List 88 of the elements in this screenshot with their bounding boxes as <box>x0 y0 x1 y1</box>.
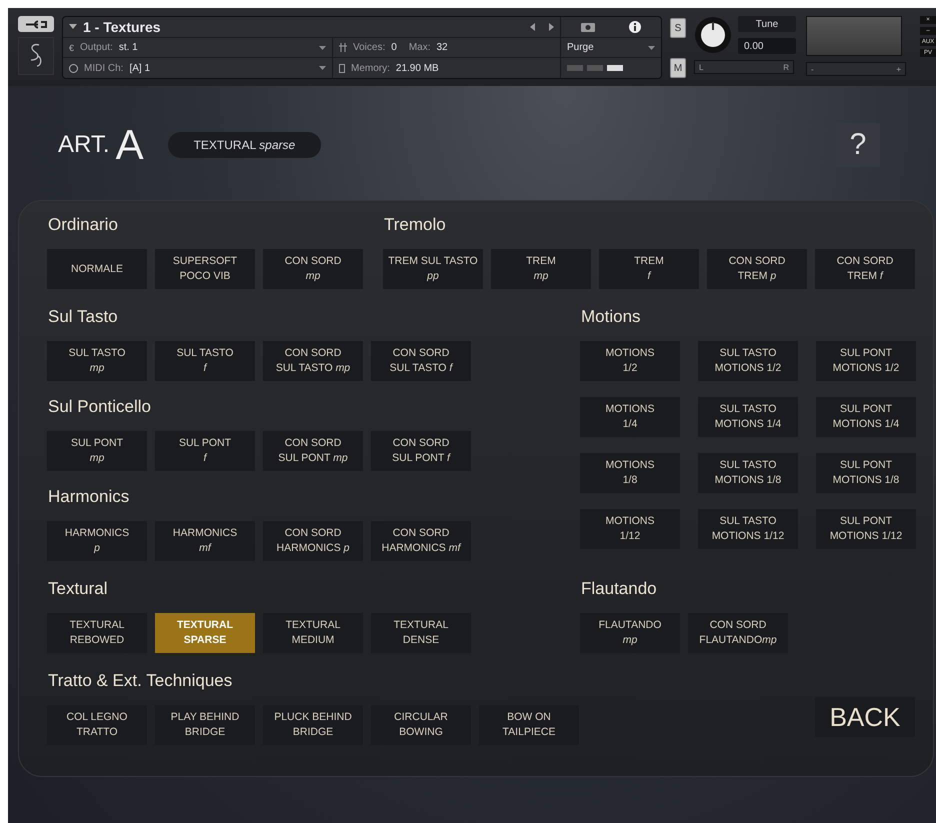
articulation-button[interactable]: SUL PONT f <box>155 431 255 471</box>
section-title: Tratto & Ext. Techniques <box>47 670 234 692</box>
wrench-icon[interactable] <box>18 16 54 32</box>
section-title: Motions <box>580 306 642 328</box>
tune-knob[interactable] <box>694 16 732 54</box>
articulation-button[interactable]: SUL TASTO f <box>155 341 255 381</box>
section-title: Tremolo <box>383 214 447 236</box>
solo-button[interactable]: S <box>670 18 686 38</box>
articulation-button[interactable]: TEXTURAL SPARSE <box>155 613 255 653</box>
articulation-button[interactable]: MOTIONS 1/8 <box>580 453 680 493</box>
memory-value: 21.90 MB <box>396 62 439 74</box>
max-value: 32 <box>436 42 448 53</box>
articulation-button[interactable]: CIRCULAR BOWING <box>371 705 471 745</box>
logo-icon <box>18 37 54 75</box>
articulation-button[interactable]: SUL TASTO MOTIONS 1/4 <box>698 397 798 437</box>
memory-label: Memory: <box>351 62 390 74</box>
dropdown-icon[interactable] <box>648 46 655 50</box>
memory-icon <box>339 64 345 73</box>
articulation-button[interactable]: TEXTURAL REBOWED <box>47 613 147 653</box>
art-label: ART. <box>58 131 110 159</box>
articulation-button[interactable]: SUL PONT MOTIONS 1/8 <box>816 453 916 493</box>
articulation-button[interactable]: CON SORD HARMONICS mf <box>371 521 471 561</box>
voices-value: 0 <box>391 42 397 53</box>
articulation-button[interactable]: SUPERSOFT POCO VIB <box>155 249 255 289</box>
output-select[interactable]: st. 1 <box>118 42 138 53</box>
instrument-title: 1 - Textures <box>83 18 161 35</box>
voices-icon <box>339 43 347 52</box>
current-articulation: TEXTURAL sparse <box>168 132 322 158</box>
midi-icon <box>69 64 78 73</box>
articulation-button[interactable]: HARMONICS p <box>47 521 147 561</box>
articulation-button[interactable]: SUL PONT MOTIONS 1/2 <box>816 341 916 381</box>
previous-icon[interactable] <box>530 22 535 31</box>
articulation-button[interactable]: SUL TASTO MOTIONS 1/2 <box>698 341 798 381</box>
info-icon[interactable] <box>629 20 641 33</box>
articulation-button[interactable]: TREM f <box>599 249 699 289</box>
section-title: Ordinario <box>47 214 119 236</box>
tune-label: Tune <box>738 16 796 32</box>
mute-button[interactable]: M <box>670 58 686 78</box>
articulation-button[interactable]: TEXTURAL DENSE <box>371 613 471 653</box>
articulation-button[interactable]: COL LEGNO TRATTO <box>47 705 147 745</box>
articulation-button[interactable]: SUL PONT MOTIONS 1/4 <box>816 397 916 437</box>
articulation-button[interactable]: NORMALE <box>47 249 147 289</box>
max-label: Max: <box>408 42 430 53</box>
articulation-button[interactable]: HARMONICS mf <box>155 521 255 561</box>
articulation-button[interactable]: SUL PONT mp <box>47 431 147 471</box>
section-title: Textural <box>47 578 109 600</box>
articulation-button[interactable]: CON SORD FLAUTANDOmp <box>688 613 788 653</box>
articulation-button[interactable]: CON SORD SUL TASTO f <box>371 341 471 381</box>
articulation-button[interactable]: CON SORD HARMONICS p <box>263 521 363 561</box>
articulation-button[interactable]: MOTIONS 1/12 <box>580 509 680 549</box>
articulation-button[interactable]: CON SORD mp <box>263 249 363 289</box>
purge-menu[interactable]: Purge <box>567 42 594 53</box>
articulation-button[interactable]: TREM SUL TASTO pp <box>383 249 483 289</box>
articulation-button[interactable]: SUL TASTO MOTIONS 1/8 <box>698 453 798 493</box>
midi-label: MIDI Ch: <box>84 62 124 74</box>
midi-select[interactable]: [A] 1 <box>129 62 150 74</box>
art-letter: A <box>116 121 144 169</box>
articulation-button[interactable]: MOTIONS 1/2 <box>580 341 680 381</box>
articulation-button[interactable]: CON SORD TREM f <box>815 249 915 289</box>
articulation-button[interactable]: CON SORD SUL PONT mp <box>263 431 363 471</box>
section-title: Flautando <box>580 578 658 600</box>
articulation-button[interactable]: CON SORD TREM p <box>707 249 807 289</box>
articulation-button[interactable]: BOW ON TAILPIECE <box>479 705 579 745</box>
output-icon: € <box>69 42 74 52</box>
articulation-button[interactable]: FLAUTANDO mp <box>580 613 680 653</box>
articulation-button[interactable]: MOTIONS 1/4 <box>580 397 680 437</box>
output-label: Output: <box>80 42 113 53</box>
section-title: Sul Ponticello <box>47 396 152 418</box>
articulation-button[interactable]: CON SORD SUL PONT f <box>371 431 471 471</box>
dropdown-icon[interactable] <box>69 24 77 30</box>
dropdown-icon[interactable] <box>319 66 326 70</box>
help-button[interactable]: ? <box>836 123 880 167</box>
tune-value: 0.00 <box>738 38 796 54</box>
next-icon[interactable] <box>549 22 554 31</box>
articulation-button[interactable]: SUL TASTO mp <box>47 341 147 381</box>
camera-icon[interactable] <box>581 21 595 32</box>
section-title: Sul Tasto <box>47 306 119 328</box>
voices-label: Voices: <box>353 42 386 53</box>
articulation-button[interactable]: TEXTURAL MEDIUM <box>263 613 363 653</box>
dropdown-icon[interactable] <box>319 46 326 50</box>
articulation-button[interactable]: SUL TASTO MOTIONS 1/12 <box>698 509 798 549</box>
articulation-button[interactable]: SUL PONT MOTIONS 1/12 <box>816 509 916 549</box>
articulation-button[interactable]: TREM mp <box>491 249 591 289</box>
articulation-button[interactable]: PLAY BEHIND BRIDGE <box>155 705 255 745</box>
articulation-button[interactable]: PLUCK BEHIND BRIDGE <box>263 705 363 745</box>
back-button[interactable]: BACK <box>815 697 915 737</box>
articulation-button[interactable]: CON SORD SUL TASTO mp <box>263 341 363 381</box>
section-title: Harmonics <box>47 486 130 508</box>
